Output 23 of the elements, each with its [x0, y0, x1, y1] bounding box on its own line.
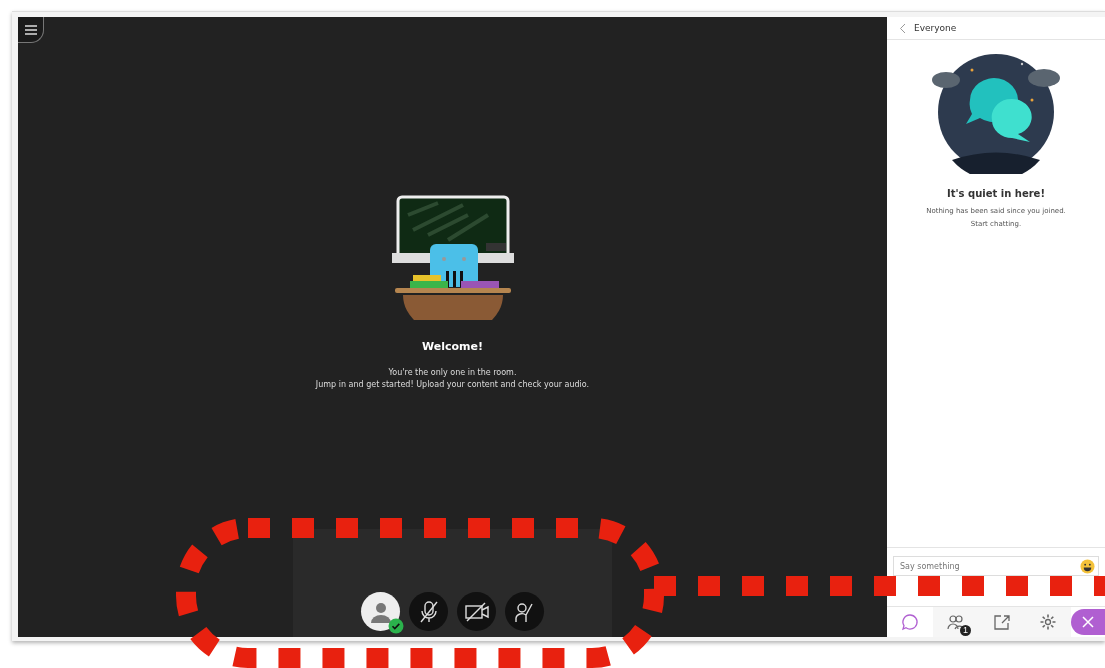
chat-bubble-icon: [901, 613, 919, 631]
count-badge: 1: [960, 625, 971, 636]
menu-button[interactable]: [18, 17, 44, 43]
emoji-icon[interactable]: [1080, 559, 1095, 574]
close-button[interactable]: [1071, 609, 1105, 635]
chevron-left-icon: [899, 22, 906, 34]
participants-tab[interactable]: 1: [933, 607, 979, 637]
empty-chat-title: It's quiet in here!: [947, 188, 1045, 199]
close-icon: [1082, 616, 1094, 628]
people-icon: [947, 613, 965, 631]
camera-icon: [463, 600, 490, 623]
welcome-title: Welcome!: [422, 340, 483, 353]
microphone-button[interactable]: [409, 592, 448, 631]
welcome-text: You're the only one in the room.: [388, 368, 517, 377]
back-button[interactable]: [899, 22, 906, 34]
chat-heading: Everyone: [914, 23, 957, 33]
raise-hand-button[interactable]: [505, 592, 544, 631]
welcome-text: Jump in and get started! Upload your content and check your audio.: [315, 380, 590, 389]
settings-icon: [1039, 613, 1057, 631]
share-icon: [993, 613, 1011, 631]
menu-icon: [23, 24, 38, 35]
message-field[interactable]: Say something: [893, 556, 1099, 576]
camera-button[interactable]: [457, 592, 496, 631]
